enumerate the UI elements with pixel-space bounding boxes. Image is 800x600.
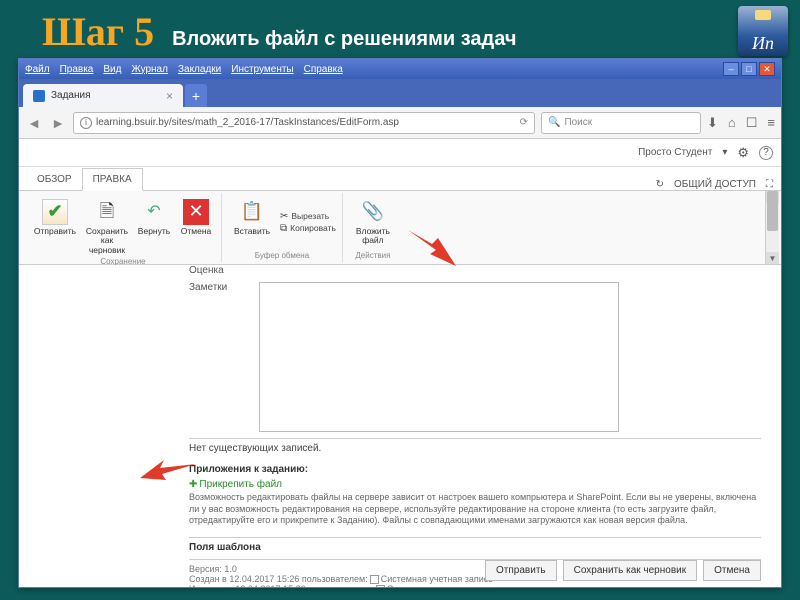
ribbon-group-save: Отправить Сохранить как черновик Вернуть… [25, 193, 222, 262]
menu-file[interactable]: Файл [25, 64, 50, 75]
ribbon-paste-label: Вставить [234, 227, 270, 236]
ribbon-send-button[interactable]: Отправить [31, 195, 79, 255]
modified-sys-account: Системная учетная запись [387, 584, 499, 587]
tab-strip: Задания × + [19, 79, 781, 107]
paste-icon [239, 199, 265, 225]
ribbon-group-clipboard: Вставить ✂Вырезать ⧉Копировать Буфер обм… [222, 193, 343, 262]
refresh-icon[interactable]: ⟳ [520, 117, 528, 128]
tab-edit[interactable]: ПРАВКА [82, 168, 143, 191]
copy-icon: ⧉ [280, 223, 287, 234]
grade-label: Оценка [189, 265, 259, 276]
window-minimize-button[interactable]: ‒ [723, 62, 739, 76]
modified-text: Изменен в 12.04.2017 15:26 пользователем… [189, 584, 374, 587]
fullscreen-icon[interactable]: ⛶ [766, 179, 773, 190]
ribbon-group-actions-label: Действия [355, 251, 390, 260]
browser-window: Файл Правка Вид Журнал Закладки Инструме… [18, 58, 782, 588]
window-maximize-button[interactable]: □ [741, 62, 757, 76]
slide-subtitle: Вложить файл с решениями задач [172, 28, 516, 51]
send-icon [42, 199, 68, 225]
menu-bookmarks[interactable]: Закладки [178, 64, 221, 75]
attachments-title: Приложения к заданию: [189, 464, 761, 475]
browser-menubar: Файл Правка Вид Журнал Закладки Инструме… [19, 59, 781, 79]
ribbon-group-clipboard-label: Буфер обмена [255, 251, 309, 260]
ribbon-cut-label: Вырезать [291, 211, 329, 221]
share-icon[interactable]: ↻ [656, 179, 664, 190]
tab-title: Задания [51, 90, 91, 101]
nav-forward-button[interactable]: ► [49, 114, 67, 132]
help-icon[interactable]: ? [759, 146, 773, 160]
tab-close-icon[interactable]: × [166, 89, 173, 103]
footer-send-button[interactable]: Отправить [485, 560, 557, 581]
url-field[interactable]: i learning.bsuir.by/sites/math_2_2016-17… [73, 112, 535, 134]
menu-tools[interactable]: Инструменты [231, 64, 293, 75]
site-info-icon[interactable]: i [80, 117, 92, 129]
ribbon: Отправить Сохранить как черновик Вернуть… [19, 191, 781, 265]
window-close-button[interactable]: ✕ [759, 62, 775, 76]
notes-textarea[interactable] [259, 282, 619, 432]
ribbon-group-actions: Вложить файл Действия [343, 193, 403, 262]
ribbon-copy-button[interactable]: ⧉Копировать [280, 223, 336, 234]
settings-icon[interactable]: ⚙ [737, 145, 749, 161]
cut-icon: ✂ [280, 211, 288, 222]
ribbon-cut-button[interactable]: ✂Вырезать [280, 211, 336, 222]
address-bar: ◄ ► i learning.bsuir.by/sites/math_2_201… [19, 107, 781, 139]
ribbon-scrollbar[interactable]: ▲ ▼ [765, 191, 779, 264]
ribbon-cancel-button[interactable]: Отмена [177, 195, 215, 255]
ribbon-paste-button[interactable]: Вставить [228, 195, 276, 249]
attach-icon [360, 199, 386, 225]
menu-view[interactable]: Вид [103, 64, 121, 75]
attach-file-link[interactable]: Прикрепить файл [189, 479, 761, 490]
cancel-icon [183, 199, 209, 225]
bookmark-icon[interactable]: ☐ [746, 115, 758, 131]
ribbon-undo-label: Вернуть [138, 227, 170, 236]
user-name[interactable]: Просто Студент [638, 147, 712, 158]
sharepoint-tabs: ОБЗОР ПРАВКА ↻ ОБЩИЙ ДОСТУП ⛶ [19, 167, 781, 191]
nav-back-button[interactable]: ◄ [25, 114, 43, 132]
ribbon-send-label: Отправить [34, 227, 76, 236]
footer-save-draft-button[interactable]: Сохранить как черновик [563, 560, 697, 581]
template-fields-title: Поля шаблона [189, 542, 761, 553]
ribbon-save-draft-button[interactable]: Сохранить как черновик [83, 195, 131, 255]
user-bar: Просто Студент ▾ ⚙ ? [19, 139, 781, 167]
menu-edit[interactable]: Правка [60, 64, 94, 75]
ribbon-save-draft-label: Сохранить как черновик [83, 227, 131, 255]
hamburger-icon[interactable]: ≡ [767, 115, 775, 131]
created-sys-account: Системная учетная запись [381, 574, 493, 584]
scroll-thumb[interactable] [767, 191, 778, 231]
scroll-down-icon[interactable]: ▼ [766, 252, 779, 264]
created-checkbox [370, 575, 379, 584]
created-text: Создан в 12.04.2017 15:26 пользователем: [189, 574, 368, 584]
notes-label: Заметки [189, 282, 259, 432]
no-records-text: Нет существующих записей. [189, 443, 761, 454]
ribbon-undo-button[interactable]: Вернуть [135, 195, 173, 255]
menu-help[interactable]: Справка [304, 64, 343, 75]
ribbon-attach-button[interactable]: Вложить файл [349, 195, 397, 249]
attach-file-link-text: Прикрепить файл [199, 479, 282, 490]
menu-history[interactable]: Журнал [131, 64, 168, 75]
ribbon-copy-label: Копировать [290, 223, 336, 233]
search-field[interactable]: 🔍 Поиск [541, 112, 701, 134]
attach-note: Возможность редактировать файлы на серве… [189, 492, 761, 527]
search-icon: 🔍 [548, 117, 560, 128]
draft-icon [94, 199, 120, 225]
footer-cancel-button[interactable]: Отмена [703, 560, 761, 581]
ribbon-attach-label: Вложить файл [349, 227, 397, 246]
form-content: Оценка Заметки Нет существующих записей.… [19, 265, 781, 587]
home-icon[interactable]: ⌂ [728, 115, 736, 131]
slide-step: Шаг 5 [42, 8, 154, 55]
new-tab-button[interactable]: + [185, 84, 207, 107]
browser-tab[interactable]: Задания × [23, 84, 183, 107]
university-logo: Ип [738, 6, 788, 56]
undo-icon [141, 199, 167, 225]
tab-overview[interactable]: ОБЗОР [27, 169, 82, 190]
search-placeholder: Поиск [564, 117, 592, 128]
download-icon[interactable]: ⬇ [707, 115, 718, 131]
share-label[interactable]: ОБЩИЙ ДОСТУП [674, 179, 756, 190]
tab-favicon [33, 90, 45, 102]
ribbon-cancel-label: Отмена [181, 227, 212, 236]
url-text: learning.bsuir.by/sites/math_2_2016-17/T… [96, 117, 399, 128]
modified-checkbox [376, 585, 385, 587]
